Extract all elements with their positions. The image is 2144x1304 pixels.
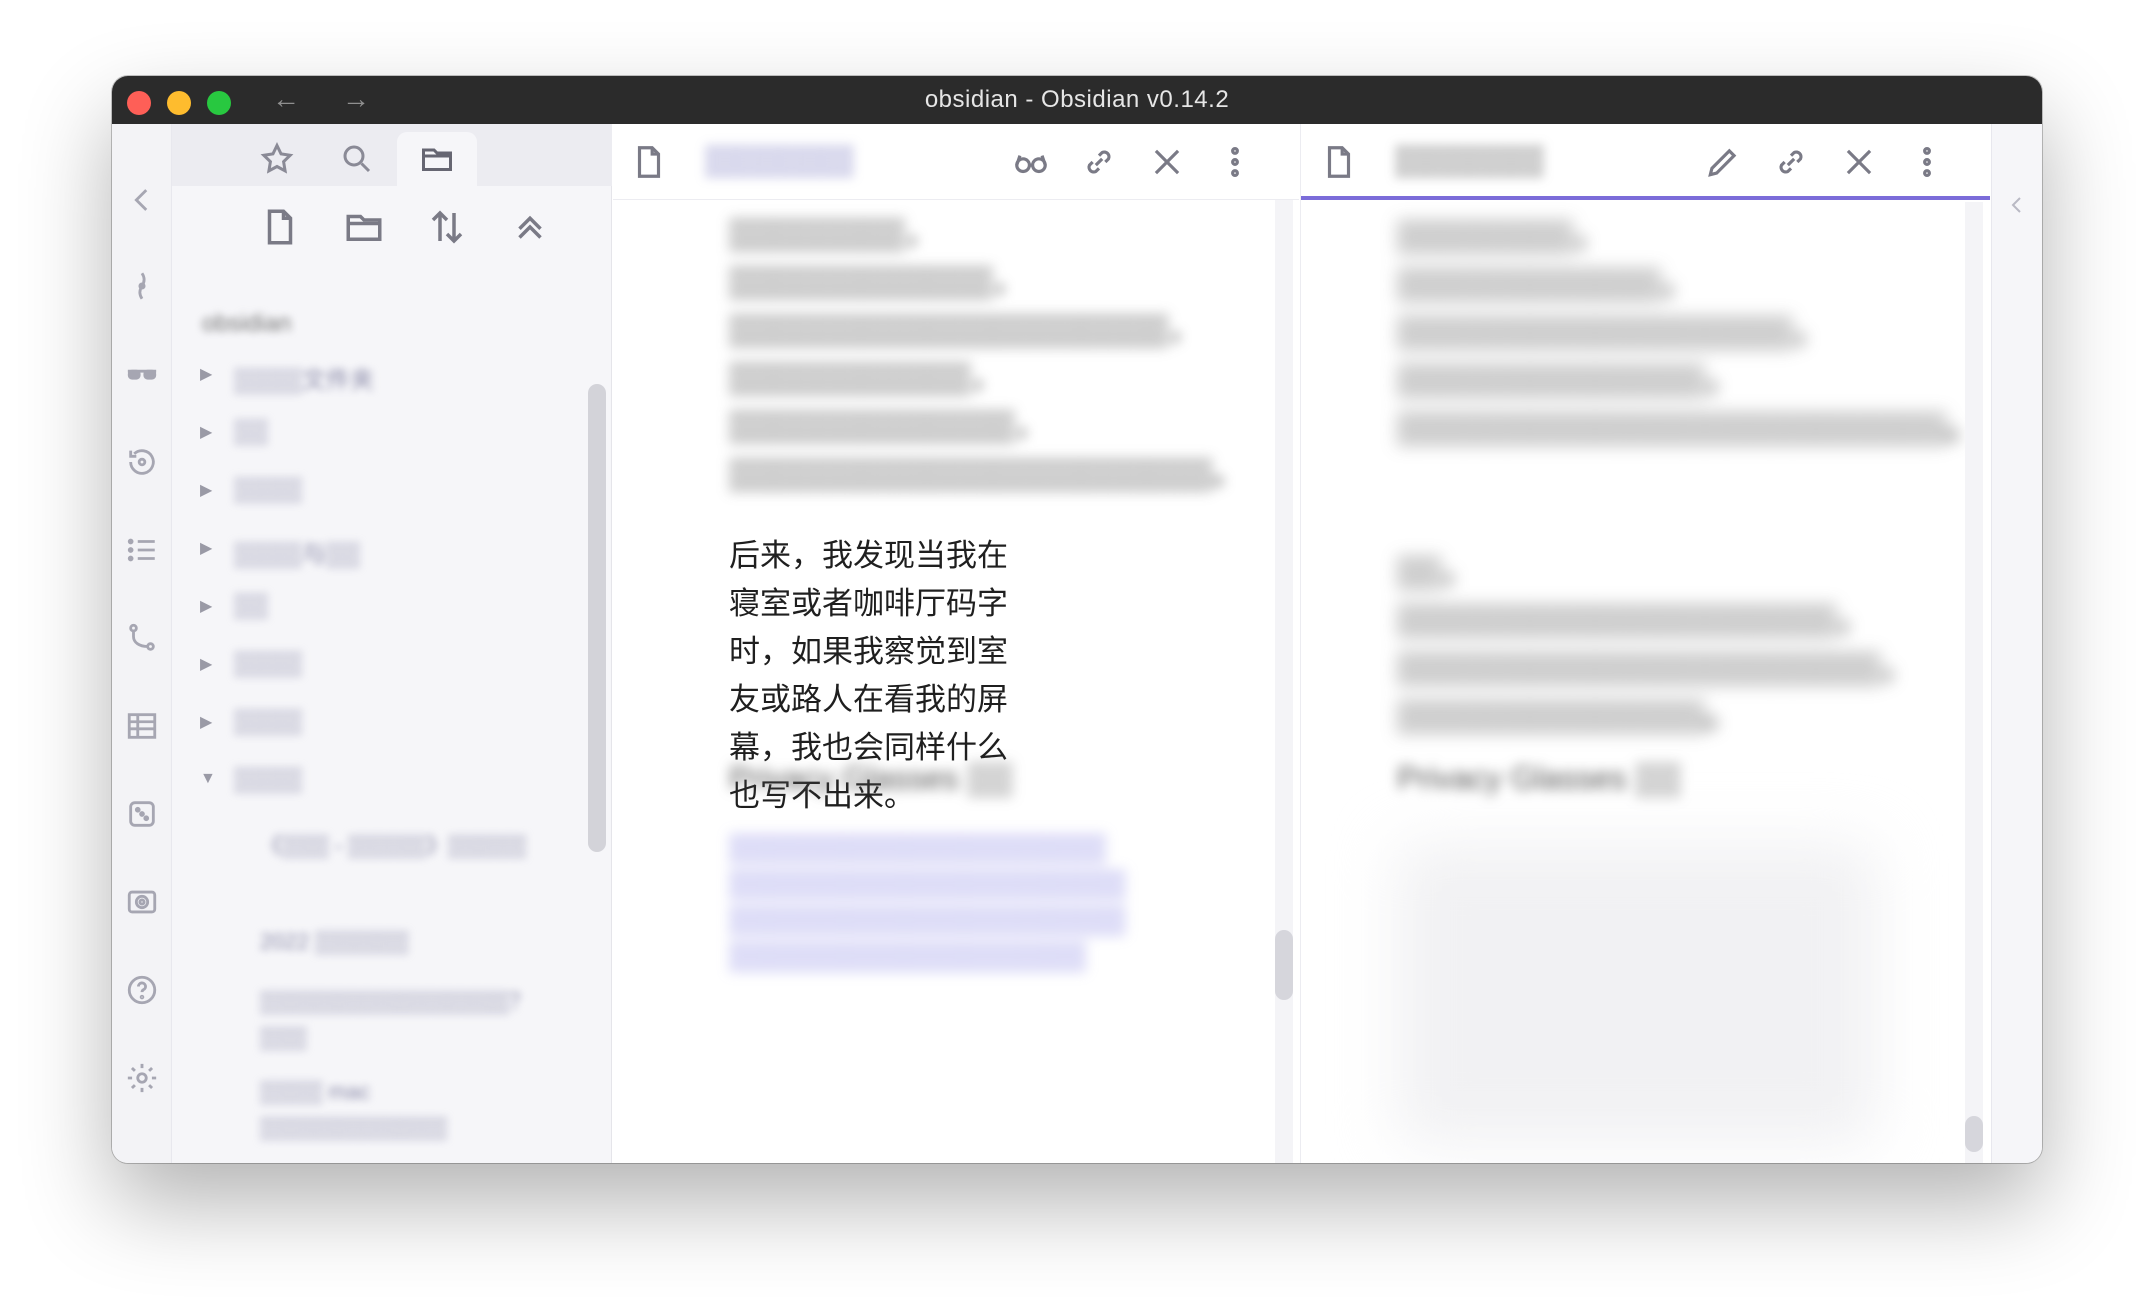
tree-folder[interactable]: ▶ ▒▒▒▒文件夹 (172, 356, 572, 396)
collapsed-caret-icon[interactable]: ▶ (200, 712, 212, 732)
collapsed-caret-icon[interactable]: ▶ (200, 422, 212, 442)
pane-title[interactable]: ▒▒▒▒▒▒▒ (1395, 144, 1544, 178)
editor-scrollbar[interactable] (1275, 930, 1293, 1000)
tree-folder[interactable]: ▶ ▒▒▒▒与▒▒ (172, 530, 572, 570)
sidebar-tab-bar (172, 124, 612, 186)
link-icon[interactable] (1077, 140, 1121, 184)
search-tab[interactable] (317, 132, 397, 186)
expanded-caret-icon[interactable]: ▼ (200, 770, 216, 788)
left-ribbon (112, 124, 172, 1163)
table-icon[interactable] (124, 708, 160, 744)
collapsed-caret-icon[interactable]: ▶ (200, 480, 212, 500)
pane-title[interactable]: ▒▒▒▒▒▒▒ (705, 144, 854, 178)
vault-name[interactable]: obsidian (202, 310, 291, 338)
new-note-icon[interactable] (255, 202, 305, 252)
tree-folder-expanded[interactable]: ▼ ▒▒▒▒ (172, 762, 572, 802)
right-sidebar-collapsed (1991, 124, 2042, 1163)
scroll-track (1275, 200, 1293, 1163)
history-icon[interactable] (124, 444, 160, 480)
link-icon[interactable] (1769, 140, 1813, 184)
blurred-paragraph[interactable]: ▒▒▒▒▒▒▒▒，▒▒▒▒▒▒▒▒▒▒▒▒，▒▒▒▒▒▒▒▒▒▒▒▒▒▒▒▒▒▒… (1397, 212, 1977, 452)
document-icon[interactable] (627, 140, 671, 184)
file-explorer-sidebar: obsidian ▶ ▒▒▒▒文件夹 ▶ ▒▒ ▶ ▒▒▒▒ ▶ ▒▒▒▒与▒▒… (172, 124, 612, 1163)
editor-pane-right: ▒▒▒▒▒▒▒ ▒▒▒▒▒▒▒▒，▒▒▒▒▒▒▒▒▒▒▒▒，▒▒▒▒▒▒▒▒▒▒… (1300, 124, 1990, 1163)
sidebar-scrollbar[interactable] (588, 384, 606, 852)
collapsed-caret-icon[interactable]: ▶ (200, 364, 212, 384)
outline-list-icon[interactable] (124, 532, 160, 568)
tree-folder[interactable]: ▶ ▒▒▒▒ (172, 646, 572, 686)
close-pane-icon[interactable] (1145, 140, 1189, 184)
file-explorer-tab[interactable] (397, 132, 477, 186)
pane-header: ▒▒▒▒▒▒▒ (613, 124, 1299, 200)
blurred-heading[interactable]: Privacy Glasses ▒▒ (1397, 754, 1777, 802)
git-branch-icon[interactable] (124, 620, 160, 656)
help-icon[interactable] (124, 972, 160, 1008)
blurred-paragraph[interactable]: ▒▒，▒▒▒▒▒▒▒▒▒▒▒▒▒▒▒▒▒▒▒▒，▒▒▒▒▒▒▒▒▒▒▒▒▒▒▒▒… (1397, 548, 1911, 740)
obsidian-window: ← → obsidian - Obsidian v0.14.2 obsidian… (112, 76, 2042, 1163)
reading-view-glasses-icon[interactable] (1009, 140, 1053, 184)
edit-pencil-icon[interactable] (1701, 140, 1745, 184)
title-bar: ← → obsidian - Obsidian v0.14.2 (112, 76, 2042, 124)
close-pane-icon[interactable] (1837, 140, 1881, 184)
editor-scrollbar[interactable] (1965, 1116, 1983, 1152)
editor-pane-left: ▒▒▒▒▒▒▒ ▒▒▒▒▒▒▒▒，▒▒▒▒▒▒▒▒▒▒▒▒，▒▒▒▒▒▒▒▒▒▒… (613, 124, 1299, 1163)
file-explorer-actions (172, 202, 612, 272)
tree-folder[interactable]: ▶ ▒▒ (172, 588, 572, 628)
blurred-link[interactable]: ▒▒▒▒▒▒▒▒▒▒▒▒▒▒▒▒▒▒▒ ▒▒▒▒▒▒▒▒▒▒▒▒▒▒▒▒▒▒▒▒… (729, 830, 1126, 974)
collapsed-caret-icon[interactable]: ▶ (200, 654, 212, 674)
tree-folder[interactable]: ▶ ▒▒ (172, 414, 572, 454)
expand-right-sidebar-icon[interactable] (2002, 190, 2032, 220)
scroll-track (1965, 202, 1983, 1163)
pane-header-active: ▒▒▒▒▒▒▒ (1301, 124, 1990, 200)
starred-tab[interactable] (237, 132, 317, 186)
collapse-all-icon[interactable] (505, 202, 555, 252)
blurred-heading[interactable]: Privacy Glasses ▒▒ (729, 754, 1089, 802)
tree-file[interactable]: 2022 ▒▒▒▒▒▒ (260, 924, 560, 960)
collapsed-caret-icon[interactable]: ▶ (200, 596, 212, 616)
screenshot-icon[interactable] (124, 884, 160, 920)
window-title: obsidian - Obsidian v0.14.2 (924, 86, 1230, 113)
tree-folder[interactable]: ▶ ▒▒▒▒ (172, 704, 572, 744)
collapse-left-icon[interactable] (124, 182, 160, 218)
more-options-icon[interactable] (1213, 140, 1257, 184)
blurred-paragraph[interactable]: ▒▒▒▒▒▒▒▒，▒▒▒▒▒▒▒▒▒▒▒▒，▒▒▒▒▒▒▒▒▒▒▒▒▒▒▒▒▒▒… (729, 210, 1243, 498)
tree-folder[interactable]: ▶ ▒▒▒▒ (172, 472, 572, 512)
settings-gear-icon[interactable] (124, 1060, 160, 1096)
new-folder-icon[interactable] (339, 202, 389, 252)
document-icon[interactable] (1317, 140, 1361, 184)
more-options-icon[interactable] (1905, 140, 1949, 184)
tree-file[interactable]: ▒▒▒▒▒▒▒▒▒▒▒▒▒▒▒▒？▒▒▒ (260, 984, 560, 1056)
reading-glasses-icon[interactable] (124, 356, 160, 392)
tree-file[interactable]: ▒▒▒▒ mac ▒▒▒▒▒▒▒▒▒▒▒▒ (260, 1074, 560, 1146)
sort-icon[interactable] (422, 202, 472, 252)
tree-file[interactable]: 《▒▒▒ - ▒▒▒▒▒》▒▒▒▒▒ (260, 828, 560, 864)
random-note-dice-icon[interactable] (124, 796, 160, 832)
collapsed-caret-icon[interactable]: ▶ (200, 538, 212, 558)
graph-view-icon[interactable] (124, 268, 160, 304)
blurred-image (1397, 844, 1877, 1144)
